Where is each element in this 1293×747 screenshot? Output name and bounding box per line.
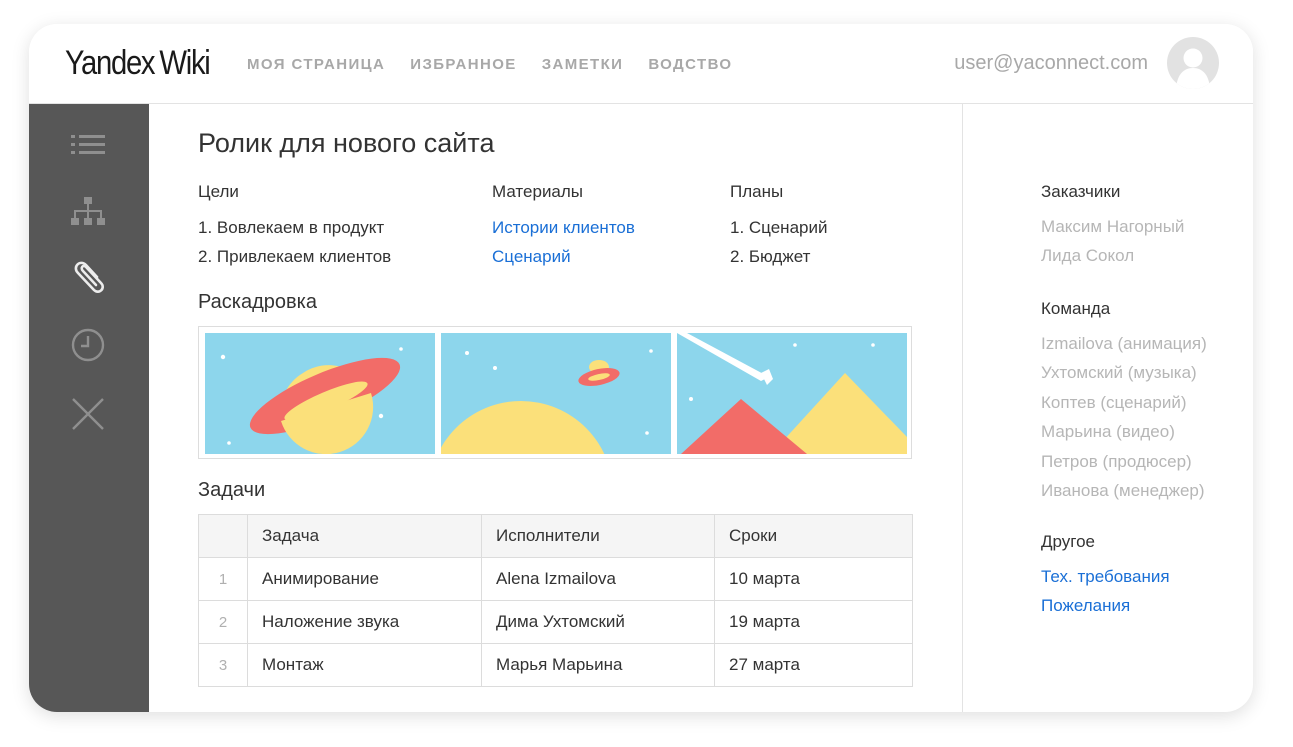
task-cell: Наложение звука: [247, 600, 482, 644]
materials-column: Материалы Истории клиентов Сценарий: [492, 182, 635, 276]
materials-link-stories[interactable]: Истории клиентов: [492, 218, 635, 247]
row-number: 3: [198, 643, 248, 687]
logo-product: Wiki: [159, 44, 210, 82]
clock-icon[interactable]: [69, 326, 107, 364]
main-content: Ролик для нового сайта Цели 1. Вовлекаем…: [149, 104, 962, 712]
user-avatar[interactable]: [1167, 37, 1219, 89]
other-links: Тех. требования Пожелания: [1041, 567, 1170, 626]
table-row: 2 Наложение звука Дима Ухтомский 19 март…: [198, 600, 913, 644]
row-number: 2: [198, 600, 248, 644]
table-header-row: Задача Исполнители Сроки: [198, 514, 913, 558]
other-title: Другое: [1041, 532, 1096, 551]
avatar-person-icon: [1176, 48, 1210, 89]
team-title: Команда: [1041, 299, 1111, 318]
team-list: Izmailova (анимация) Ухтомский (музыка) …: [1041, 334, 1207, 510]
customer-item[interactable]: Лида Сокол: [1041, 246, 1184, 275]
assignee-cell: Alena Izmailova: [481, 557, 715, 601]
deadline-cell: 19 марта: [714, 600, 913, 644]
goal-item: 1. Вовлекаем в продукт: [198, 218, 385, 237]
storyboard-frame-mountains[interactable]: [677, 333, 907, 454]
storyboard-frame-ufo[interactable]: [441, 333, 671, 454]
main-nav: МОЯ СТРАНИЦА ИЗБРАННОЕ ЗАМЕТКИ ВОДСТВО: [247, 56, 733, 73]
storyboard-frame-planet[interactable]: [205, 333, 435, 454]
team-member[interactable]: Izmailova (анимация): [1041, 334, 1207, 363]
top-header: Yandex Wiki МОЯ СТРАНИЦА ИЗБРАННОЕ ЗАМЕТК…: [29, 24, 1253, 104]
goals-column: Цели 1. Вовлекаем в продукт 2. Привлекае…: [198, 182, 391, 276]
team-member[interactable]: Ухтомский (музыка): [1041, 363, 1207, 392]
deadline-cell: 10 марта: [714, 557, 913, 601]
nav-my-page[interactable]: МОЯ СТРАНИЦА: [247, 56, 385, 73]
app-logo[interactable]: Yandex Wiki: [65, 44, 211, 83]
tech-requirements-link[interactable]: Тех. требования: [1041, 567, 1170, 596]
left-sidebar: [29, 104, 149, 712]
plan-item: 2. Бюджет: [730, 247, 811, 266]
team-member[interactable]: Марьина (видео): [1041, 422, 1207, 451]
logo-brand: Yandex: [65, 44, 156, 82]
materials-link-script[interactable]: Сценарий: [492, 247, 635, 276]
structure-icon[interactable]: [69, 193, 107, 231]
materials-title: Материалы: [492, 182, 584, 201]
tasks-title: Задачи: [198, 479, 266, 501]
assignee-cell: Марья Марьина: [481, 643, 715, 687]
table-header-task: Задача: [247, 514, 482, 558]
row-number: 1: [198, 557, 248, 601]
paperclip-icon[interactable]: [69, 259, 107, 297]
table-header-assignees: Исполнители: [481, 514, 715, 558]
close-icon[interactable]: [69, 395, 107, 433]
storyboard-title: Раскадровка: [198, 291, 317, 313]
task-cell: Анимирование: [247, 557, 482, 601]
customers-title: Заказчики: [1041, 182, 1121, 201]
team-member[interactable]: Коптев (сценарий): [1041, 393, 1207, 422]
nav-notes[interactable]: ЗАМЕТКИ: [542, 56, 624, 73]
user-email[interactable]: user@yaconnect.com: [954, 52, 1148, 75]
task-cell: Монтаж: [247, 643, 482, 687]
table-row: 1 Анимирование Alena Izmailova 10 марта: [198, 557, 913, 601]
team-member[interactable]: Иванова (менеджер): [1041, 481, 1207, 510]
team-member[interactable]: Петров (продюсер): [1041, 452, 1207, 481]
page-title: Ролик для нового сайта: [198, 128, 495, 158]
plan-item: 1. Сценарий: [730, 218, 828, 237]
right-panel: Заказчики Максим Нагорный Лида Сокол Ком…: [963, 104, 1253, 712]
table-row: 3 Монтаж Марья Марьина 27 марта: [198, 643, 913, 687]
table-header-num: [198, 514, 248, 558]
deadline-cell: 27 марта: [714, 643, 913, 687]
goal-item: 2. Привлекаем клиентов: [198, 247, 392, 266]
storyboard-strip: [198, 326, 912, 459]
plans-title: Планы: [730, 182, 784, 201]
customers-list: Максим Нагорный Лида Сокол: [1041, 217, 1184, 276]
nav-guide[interactable]: ВОДСТВО: [648, 56, 732, 73]
plans-column: Планы 1. Сценарий 2. Бюджет: [730, 182, 827, 276]
nav-favorites[interactable]: ИЗБРАННОЕ: [410, 56, 516, 73]
assignee-cell: Дима Ухтомский: [481, 600, 715, 644]
tasks-table: Задача Исполнители Сроки 1 Анимирование …: [198, 514, 913, 687]
list-icon[interactable]: [69, 126, 107, 164]
table-header-deadline: Сроки: [714, 514, 913, 558]
goals-title: Цели: [198, 182, 239, 201]
wishes-link[interactable]: Пожелания: [1041, 596, 1170, 625]
customer-item[interactable]: Максим Нагорный: [1041, 217, 1184, 246]
app-window: Yandex Wiki МОЯ СТРАНИЦА ИЗБРАННОЕ ЗАМЕТК…: [29, 24, 1253, 712]
